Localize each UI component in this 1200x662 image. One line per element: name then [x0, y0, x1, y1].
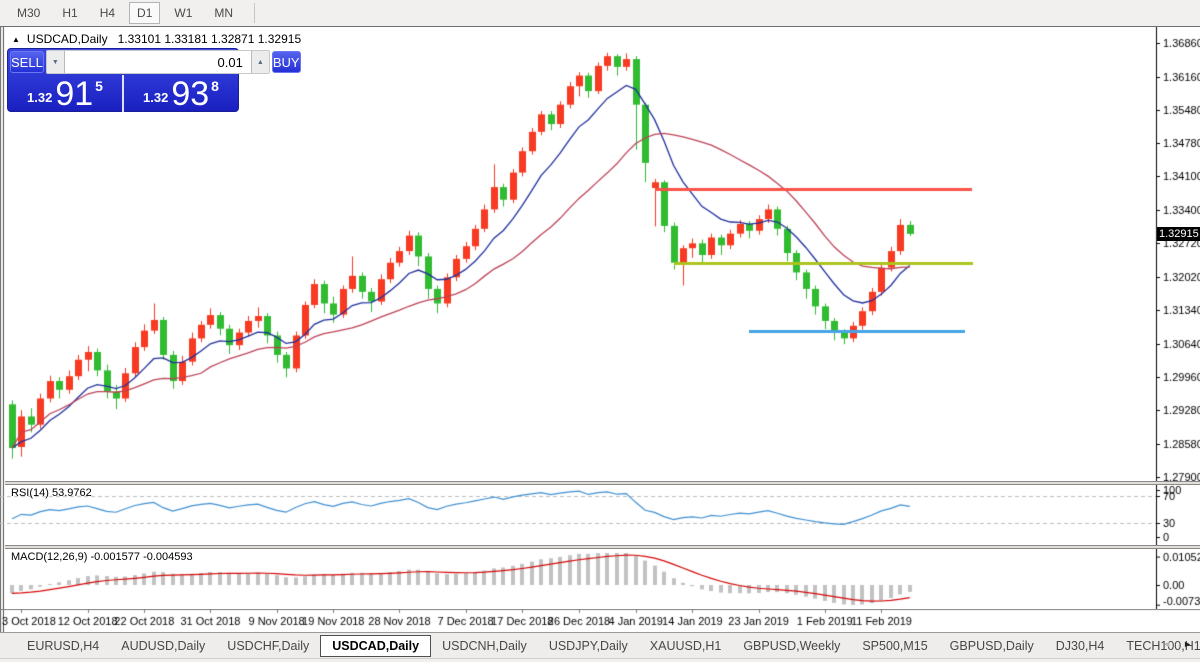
date-axis-canvas[interactable] — [0, 609, 1200, 632]
timeframe-h1[interactable]: H1 — [54, 2, 85, 24]
symbol-tab-bar: EURUSD,H4 AUDUSD,Daily USDCHF,Daily USDCAD,… — [0, 632, 1200, 658]
timeframe-toolbar: M30 H1 H4 D1 W1 MN — [0, 0, 1200, 26]
tab-sp500-m15[interactable]: SP500,M15 — [851, 635, 938, 657]
tab-eurusd-h4[interactable]: EURUSD,H4 — [16, 635, 110, 657]
toolbar-separator — [254, 3, 256, 23]
sell-quote-button[interactable]: 1.32 91 5 — [8, 75, 122, 112]
tab-xauusd-h1[interactable]: XAUUSD,H1 — [639, 635, 733, 657]
bid-pipette: 5 — [95, 78, 103, 94]
collapse-panel-icon[interactable]: ▲ — [12, 35, 20, 44]
tab-usdcnh-daily[interactable]: USDCNH,Daily — [431, 635, 538, 657]
lot-increase-icon[interactable]: ▲ — [251, 51, 269, 73]
tab-scroll-right-icon[interactable]: ► — [1183, 637, 1192, 651]
macd-indicator-label: MACD(12,26,9) -0.001577 -0.004593 — [11, 551, 193, 563]
bid-prefix: 1.32 — [27, 90, 53, 105]
ask-prefix: 1.32 — [143, 90, 169, 105]
rsi-indicator-label: RSI(14) 53.9762 — [11, 487, 92, 499]
timeframe-w1[interactable]: W1 — [166, 2, 200, 24]
timeframe-d1[interactable]: D1 — [129, 2, 161, 24]
tab-usdcad-daily[interactable]: USDCAD,Daily — [320, 634, 432, 657]
tab-usdchf-daily[interactable]: USDCHF,Daily — [216, 635, 320, 657]
tab-audusd-daily[interactable]: AUDUSD,Daily — [110, 635, 216, 657]
buy-button[interactable]: BUY — [271, 51, 301, 73]
ohlc-values: 1.33101 1.33181 1.32871 1.32915 — [117, 32, 302, 46]
timeframe-mn[interactable]: MN — [206, 2, 241, 24]
bid-big-digits: 91 — [55, 75, 94, 113]
tab-dj30-h4[interactable]: DJ30,H4 — [1045, 635, 1116, 657]
lot-size-control: ▼ ▲ — [45, 50, 270, 74]
ask-pipette: 8 — [211, 78, 219, 94]
bottom-strip — [0, 658, 1200, 662]
tab-gbpusd-weekly[interactable]: GBPUSD,Weekly — [732, 635, 851, 657]
tab-usdjpy-daily[interactable]: USDJPY,Daily — [538, 635, 639, 657]
one-click-trade-panel: SELL ▼ ▲ BUY 1.32 91 5 1.32 93 8 — [7, 48, 301, 112]
tab-gbpusd-daily[interactable]: GBPUSD,Daily — [939, 635, 1045, 657]
buy-quote-button[interactable]: 1.32 93 8 — [124, 75, 238, 112]
chart-title: ▲ USDCAD,Daily 1.33101 1.33181 1.32871 1… — [12, 32, 301, 46]
ask-big-digits: 93 — [171, 75, 210, 113]
rsi-panel-canvas[interactable] — [0, 485, 1200, 545]
lot-size-input[interactable] — [63, 51, 252, 73]
lot-decrease-icon[interactable]: ▼ — [46, 51, 64, 73]
current-price-tag: 1.32915 — [1157, 227, 1200, 241]
symbol-period-label: USDCAD,Daily — [26, 32, 108, 46]
tab-scroll-left-icon[interactable]: ◄ — [1162, 637, 1171, 651]
timeframe-m30[interactable]: M30 — [9, 2, 48, 24]
sell-button[interactable]: SELL — [10, 51, 44, 73]
tab-scroll-buttons: ◄ ► — [1162, 637, 1192, 651]
timeframe-h4[interactable]: H4 — [92, 2, 123, 24]
